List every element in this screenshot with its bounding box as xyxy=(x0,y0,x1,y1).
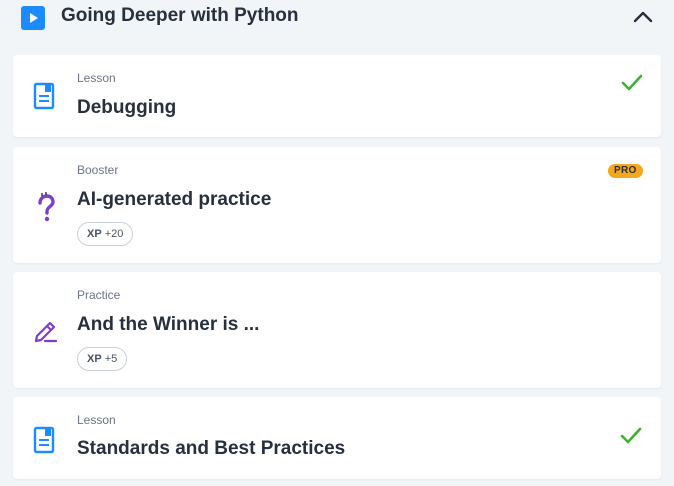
xp-value: +5 xyxy=(104,353,118,365)
section-header[interactable]: Going Deeper with Python xyxy=(0,0,674,36)
lesson-card-debugging[interactable]: Lesson Debugging xyxy=(13,55,661,137)
card-title: Debugging xyxy=(77,97,177,118)
card-title: And the Winner is ... xyxy=(77,314,260,335)
lesson-document-icon xyxy=(33,82,57,112)
card-title: AI-generated practice xyxy=(77,189,272,210)
xp-label: XP xyxy=(87,228,102,240)
pro-badge: PRO xyxy=(608,164,643,178)
booster-card-ai-practice[interactable]: Booster PRO AI-generated practice XP +20 xyxy=(13,147,661,263)
xp-label: XP xyxy=(87,353,102,365)
card-type-label: Lesson xyxy=(77,71,116,85)
practice-card-winner[interactable]: Practice And the Winner is ... XP +5 xyxy=(13,272,661,388)
pencil-edit-icon xyxy=(33,316,58,346)
xp-pill: XP +20 xyxy=(77,222,134,246)
check-icon xyxy=(619,426,643,446)
section-title: Going Deeper with Python xyxy=(61,5,299,26)
check-icon xyxy=(620,73,644,93)
card-title: Standards and Best Practices xyxy=(77,438,346,459)
card-type-label: Practice xyxy=(77,288,121,302)
lesson-document-icon xyxy=(33,426,57,456)
xp-value: +20 xyxy=(104,228,124,240)
xp-pill: XP +5 xyxy=(77,347,128,371)
chevron-up-icon[interactable] xyxy=(630,6,656,28)
question-mark-icon xyxy=(33,191,57,222)
card-type-label: Booster xyxy=(77,163,119,177)
play-icon xyxy=(21,6,45,30)
card-type-label: Lesson xyxy=(77,413,116,427)
lesson-card-standards[interactable]: Lesson Standards and Best Practices xyxy=(13,397,661,479)
